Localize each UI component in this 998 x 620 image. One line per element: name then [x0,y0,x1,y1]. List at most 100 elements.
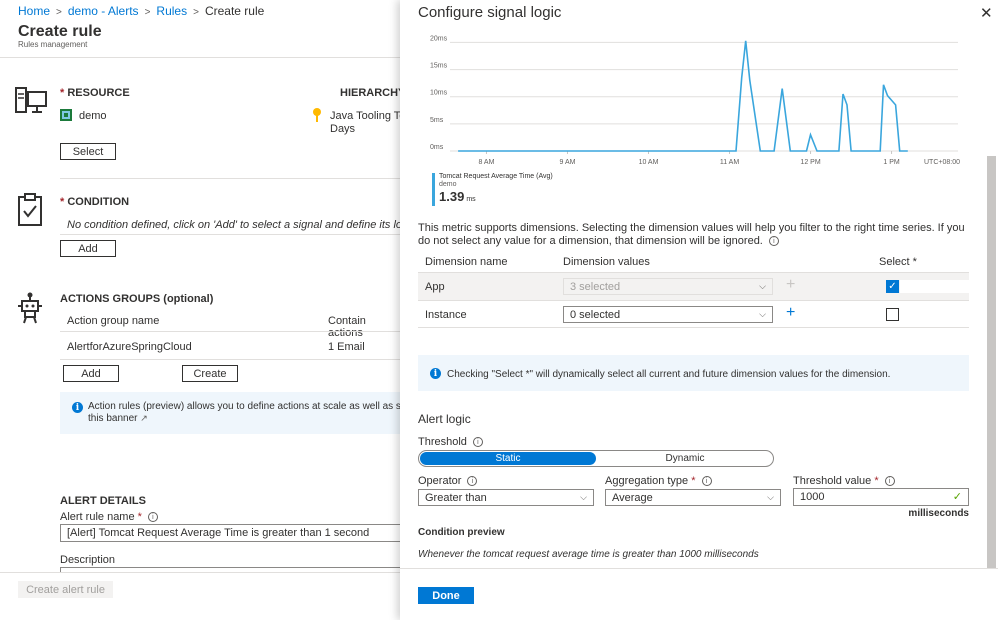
y-tick-label: 10ms [430,90,448,97]
x-tick-label: 11 AM [720,159,739,166]
panel-title: Configure signal logic [418,4,562,21]
series-line [458,40,908,152]
configure-signal-logic-panel: Configure signal logic ✕ 20ms 15ms 10ms 5ms… [400,0,998,620]
threshold-toggle[interactable]: Static Dynamic [418,450,774,467]
close-icon[interactable]: ✕ [980,4,993,22]
banner-text-line2: this banner ↗ [88,413,148,424]
resource-name[interactable]: demo [79,110,107,122]
action-group-row-name[interactable]: AlertforAzureSpringCloud [67,341,192,353]
chevron-right-icon: > [56,7,62,18]
create-action-group-button[interactable]: Create [182,365,238,382]
threshold-static-option[interactable]: Static [420,452,596,465]
threshold-value-input[interactable]: 1000 ✓ [793,488,969,506]
select-all-checkbox[interactable]: ✓ [886,280,899,293]
create-rule-page: Home > demo - Alerts > Rules > Create rule Cre… [0,0,416,620]
chevron-right-icon: > [193,7,199,18]
info-icon[interactable]: i [884,476,895,487]
info-icon: i [72,402,83,413]
info-icon[interactable]: i [768,236,779,247]
legend-swatch [432,173,435,206]
dimension-values-dropdown[interactable]: 0 selected ⌵ [563,306,773,323]
x-tick-label: 10 AM [639,159,659,166]
operator-dropdown[interactable]: Greater than ⌵ [418,489,594,506]
computer-icon [15,87,47,113]
select-resource-button[interactable]: Select [60,143,116,160]
page-title: Create rule [18,23,102,40]
select-star-info-banner: i Checking "Select *" will dynamically s… [418,355,969,391]
dimension-row-instance[interactable]: Instance 0 selected ⌵ + [418,301,969,328]
operator-label: Operator i [418,475,478,488]
col-select: Select * [879,256,917,268]
aggregation-dropdown[interactable]: Average ⌵ [605,489,781,506]
key-icon [313,108,321,122]
y-tick-label: 0ms [430,144,444,151]
divider [60,359,400,360]
external-link-icon[interactable]: ↗ [140,413,148,423]
info-icon[interactable]: i [701,476,712,487]
legend-resource: demo [439,181,457,188]
dimension-name: Instance [425,309,467,321]
y-axis-ticks: 20ms 15ms 10ms 5ms 0ms [430,35,448,151]
breadcrumb-home[interactable]: Home [18,4,50,18]
select-all-checkbox[interactable] [886,308,899,321]
dimensions-description: This metric supports dimensions. Selecti… [418,222,965,247]
clipboard-check-icon [18,193,42,226]
info-icon[interactable]: i [467,476,478,487]
scrollbar-thumb[interactable] [987,156,996,568]
breadcrumb: Home > demo - Alerts > Rules > Create rule [18,4,264,18]
breadcrumb-rules[interactable]: Rules [156,4,187,18]
create-alert-rule-button[interactable]: Create alert rule [18,581,113,598]
add-icon[interactable]: + [786,304,795,322]
y-tick-label: 20ms [430,35,448,42]
add-action-group-button[interactable]: Add [63,365,119,382]
alert-details-heading: ALERT DETAILS [60,495,146,507]
col-dimension-name: Dimension name [425,256,508,268]
metric-chart: 20ms 15ms 10ms 5ms 0ms 8 AM 9 AM 10 AM 11 AM 12 … [430,35,960,166]
robot-icon [18,292,42,324]
chevron-right-icon: > [144,7,151,18]
dimension-row-app[interactable]: App 3 selected ⌵ + ✓ [418,273,969,300]
col-contain-actions: Contain actions [328,315,366,339]
hierarchy-heading: HIERARCHY [340,87,406,99]
description-label: Description [60,554,116,566]
dimension-values-dropdown[interactable]: 3 selected ⌵ [563,278,773,295]
banner-text-line2-label: this banner [88,413,138,424]
info-icon[interactable]: i [147,512,158,523]
check-valid-icon: ✓ [952,491,962,503]
col-dimension-values: Dimension values [563,256,650,268]
threshold-dynamic-option[interactable]: Dynamic [597,452,773,465]
condition-heading: * CONDITION [60,196,130,208]
divider [60,331,400,332]
breadcrumb-current: Create rule [204,4,265,18]
banner-text-line1: Action rules (preview) allows you to def… [88,401,400,412]
y-tick-label: 15ms [430,63,448,70]
chevron-down-icon: ⌵ [759,309,766,319]
alert-rule-name-label: Alert rule name * i [60,511,158,523]
alert-logic-heading: Alert logic [418,412,471,426]
hierarchy-line1: Java Tooling Tests [330,110,400,122]
left-footer: Create alert rule [0,572,400,620]
info-icon: i [430,368,441,379]
add-condition-button[interactable]: Add [60,240,116,257]
actions-heading: ACTIONS GROUPS (optional) [60,293,214,305]
x-tick-label: 8 AM [478,159,494,166]
x-tick-label: 12 PM [800,159,820,166]
action-group-row-count: 1 Email [328,341,365,353]
breadcrumb-alerts[interactable]: demo - Alerts [68,4,139,18]
alert-rule-name-input[interactable]: [Alert] Tomcat Request Average Time is g… [60,524,405,542]
aggregation-label: Aggregation type * i [605,475,712,488]
chevron-down-icon: ⌵ [580,492,587,502]
panel-footer: Done [400,568,998,620]
threshold-unit: milliseconds [908,508,969,519]
action-rules-banner: i Action rules (preview) allows you to d… [60,392,400,434]
divider [0,57,400,58]
timezone-label: UTC+08:00 [924,159,960,166]
done-button[interactable]: Done [418,587,474,604]
condition-preview-heading: Condition preview [418,527,505,538]
add-icon: + [786,276,796,293]
select-star-info-text: Checking "Select *" will dynamically sel… [447,369,891,380]
threshold-value-label: Threshold value * i [793,475,895,488]
col-action-group-name: Action group name [67,315,160,327]
legend-value: 1.39 ms [439,189,476,204]
info-icon[interactable]: i [472,437,483,448]
